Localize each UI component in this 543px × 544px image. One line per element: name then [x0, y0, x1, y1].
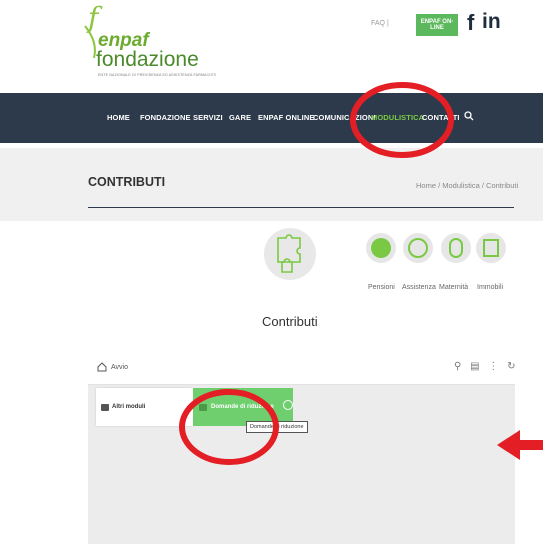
highlight-circle-modulistica: [350, 82, 454, 158]
highlight-circle-domande: [179, 389, 279, 465]
red-arrow-icon: [497, 430, 543, 460]
annotation-overlay: [179, 82, 543, 465]
